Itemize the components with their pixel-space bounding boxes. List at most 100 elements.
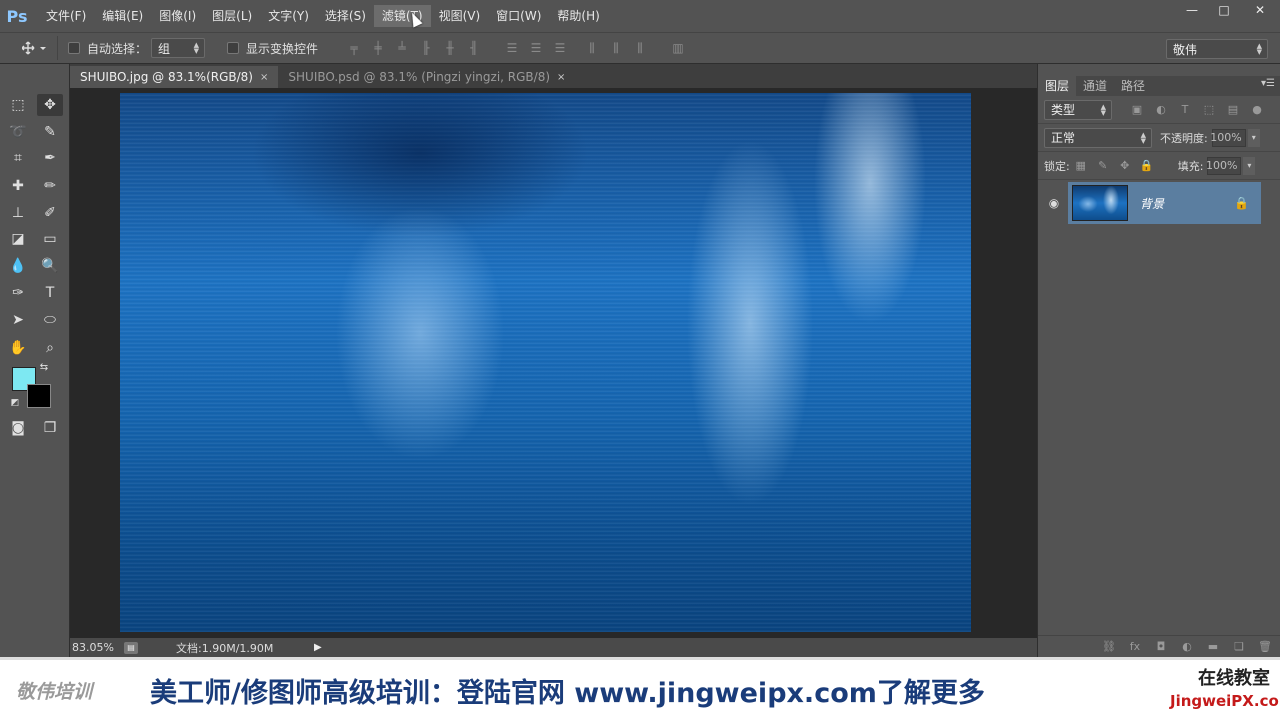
- blur-tool-icon[interactable]: 💧: [5, 255, 31, 277]
- close-button[interactable]: ✕: [1240, 0, 1280, 20]
- fill-field[interactable]: 100%: [1206, 156, 1242, 175]
- menu-file[interactable]: 文件(F): [38, 5, 94, 27]
- menu-select[interactable]: 选择(S): [317, 5, 374, 27]
- lasso-tool-icon[interactable]: ➰: [5, 121, 31, 143]
- move-tool-icon[interactable]: ✥: [37, 94, 63, 116]
- align-left-icon[interactable]: ╟: [416, 38, 436, 58]
- align-top-icon[interactable]: ╤: [344, 38, 364, 58]
- tab-shuibo-psd[interactable]: SHUIBO.psd @ 83.1% (Pingzi yingzi, RGB/8…: [278, 66, 575, 88]
- distribute-vcenter-icon[interactable]: ☰: [526, 38, 546, 58]
- layer-name[interactable]: 背景: [1140, 195, 1234, 212]
- quick-select-tool-icon[interactable]: ✎: [37, 121, 63, 143]
- eraser-tool-icon[interactable]: ◪: [5, 228, 31, 250]
- lock-image-icon[interactable]: ✎: [1096, 159, 1110, 173]
- minimize-button[interactable]: —: [1176, 0, 1208, 20]
- quick-mask-icon[interactable]: ◙: [5, 417, 31, 439]
- healing-brush-tool-icon[interactable]: ✚: [5, 175, 31, 197]
- workspace-dropdown[interactable]: 敬伟 ▲ ▼: [1166, 39, 1268, 59]
- menu-image[interactable]: 图像(I): [151, 5, 204, 27]
- opacity-field[interactable]: 100%: [1210, 128, 1246, 147]
- auto-select-checkbox[interactable]: [68, 42, 80, 54]
- history-brush-tool-icon[interactable]: ✐: [37, 202, 63, 224]
- dropdown-arrows-icon: ▲ ▼: [1140, 130, 1146, 145]
- menu-help[interactable]: 帮助(H): [549, 5, 607, 27]
- clone-stamp-tool-icon[interactable]: ⊥: [5, 202, 31, 224]
- pen-tool-icon[interactable]: ✑: [5, 282, 31, 304]
- hand-tool-icon[interactable]: ✋: [5, 337, 31, 359]
- link-layers-icon[interactable]: ⛓: [1101, 640, 1117, 654]
- status-export-icon[interactable]: ▤: [124, 641, 138, 654]
- lock-transparent-icon[interactable]: ▦: [1074, 159, 1088, 173]
- layer-row-background[interactable]: ◉ 背景 🔒: [1040, 182, 1261, 224]
- align-vcenter-icon[interactable]: ╪: [368, 38, 388, 58]
- menu-type[interactable]: 文字(Y): [260, 5, 317, 27]
- ellipse-tool-icon[interactable]: ⬭: [37, 309, 63, 331]
- distribute-top-icon[interactable]: ☰: [502, 38, 522, 58]
- lock-label: 锁定:: [1044, 159, 1070, 173]
- tab-layers[interactable]: 图层: [1038, 76, 1077, 96]
- canvas-area[interactable]: [70, 88, 1037, 638]
- blend-mode-dropdown[interactable]: 正常 ▲ ▼: [1044, 127, 1152, 148]
- filter-type-icon[interactable]: T: [1178, 103, 1192, 117]
- path-select-tool-icon[interactable]: ➤: [5, 309, 31, 331]
- status-menu-arrow-icon[interactable]: ▶: [314, 642, 322, 653]
- delete-layer-icon[interactable]: 🗑: [1257, 640, 1273, 654]
- swap-colors-icon[interactable]: ⇆: [37, 360, 51, 374]
- menu-filter[interactable]: 滤镜(T): [373, 5, 431, 27]
- show-transform-checkbox[interactable]: [227, 42, 240, 54]
- eyedropper-tool-icon[interactable]: ✒: [37, 147, 63, 169]
- align-bottom-icon[interactable]: ╧: [392, 38, 412, 58]
- brand-logo: 敬伟培训: [16, 680, 93, 703]
- default-colors-icon[interactable]: ◩: [8, 396, 22, 410]
- auto-align-icon[interactable]: ▥: [668, 38, 688, 58]
- filter-shape-icon[interactable]: ⬚: [1202, 103, 1216, 117]
- type-tool-icon[interactable]: T: [37, 282, 63, 304]
- layer-style-fx-icon[interactable]: fx: [1127, 640, 1143, 654]
- distribute-right-icon[interactable]: ⫼: [630, 38, 650, 58]
- maximize-button[interactable]: □: [1208, 0, 1240, 20]
- add-mask-icon[interactable]: ◘: [1153, 640, 1169, 654]
- brush-tool-icon[interactable]: ✏: [37, 175, 63, 197]
- marquee-tool-icon[interactable]: ⬚: [5, 94, 31, 116]
- filter-smart-object-icon[interactable]: ▤: [1226, 103, 1240, 117]
- screen-mode-icon[interactable]: ❐: [37, 417, 63, 439]
- filter-pixel-icon[interactable]: ▣: [1130, 103, 1144, 117]
- auto-select-value: 组: [158, 41, 171, 56]
- background-color-swatch[interactable]: [27, 384, 51, 408]
- lock-position-icon[interactable]: ✥: [1118, 159, 1132, 173]
- tab-channels[interactable]: 通道: [1076, 76, 1114, 96]
- move-tool-preset-icon[interactable]: [12, 36, 58, 60]
- zoom-tool-icon[interactable]: ⌕: [37, 337, 63, 359]
- crop-tool-icon[interactable]: ⌗: [5, 147, 31, 169]
- fill-dropdown-icon[interactable]: ▾: [1243, 156, 1256, 175]
- tab-paths[interactable]: 路径: [1114, 76, 1152, 96]
- align-hcenter-icon[interactable]: ╫: [440, 38, 460, 58]
- zoom-level[interactable]: 83.05%: [70, 641, 124, 654]
- new-layer-icon[interactable]: ❏: [1231, 640, 1247, 654]
- document-tabs: SHUIBO.jpg @ 83.1%(RGB/8) × SHUIBO.psd @…: [70, 64, 1037, 88]
- tab-shuibo-jpg[interactable]: SHUIBO.jpg @ 83.1%(RGB/8) ×: [70, 66, 279, 88]
- distribute-bottom-icon[interactable]: ☰: [550, 38, 570, 58]
- water-ripple-image[interactable]: [120, 93, 971, 632]
- tab-close-icon[interactable]: ×: [557, 72, 565, 83]
- distribute-left-icon[interactable]: ⫼: [582, 38, 602, 58]
- adjustment-layer-icon[interactable]: ◐: [1179, 640, 1195, 654]
- panel-menu-icon[interactable]: ▾☰: [1261, 78, 1275, 89]
- auto-select-dropdown[interactable]: 组 ▲ ▼: [151, 38, 206, 58]
- filter-toggle-icon[interactable]: ●: [1250, 103, 1264, 117]
- lock-all-icon[interactable]: 🔒: [1140, 159, 1154, 173]
- menu-layer[interactable]: 图层(L): [204, 5, 260, 27]
- tab-close-icon[interactable]: ×: [260, 72, 268, 83]
- opacity-dropdown-icon[interactable]: ▾: [1247, 128, 1260, 147]
- menu-view[interactable]: 视图(V): [431, 5, 489, 27]
- distribute-hcenter-icon[interactable]: ⫼: [606, 38, 626, 58]
- menu-edit[interactable]: 编辑(E): [94, 5, 151, 27]
- filter-adjustment-icon[interactable]: ◐: [1154, 103, 1168, 117]
- filter-type-dropdown[interactable]: 类型 ▲ ▼: [1044, 99, 1112, 120]
- eye-visibility-icon[interactable]: ◉: [1040, 182, 1068, 224]
- menu-window[interactable]: 窗口(W): [488, 5, 549, 27]
- align-right-icon[interactable]: ╢: [464, 38, 484, 58]
- dodge-tool-icon[interactable]: 🔍: [37, 255, 63, 277]
- new-group-icon[interactable]: ▬: [1205, 640, 1221, 654]
- gradient-tool-icon[interactable]: ▭: [37, 228, 63, 250]
